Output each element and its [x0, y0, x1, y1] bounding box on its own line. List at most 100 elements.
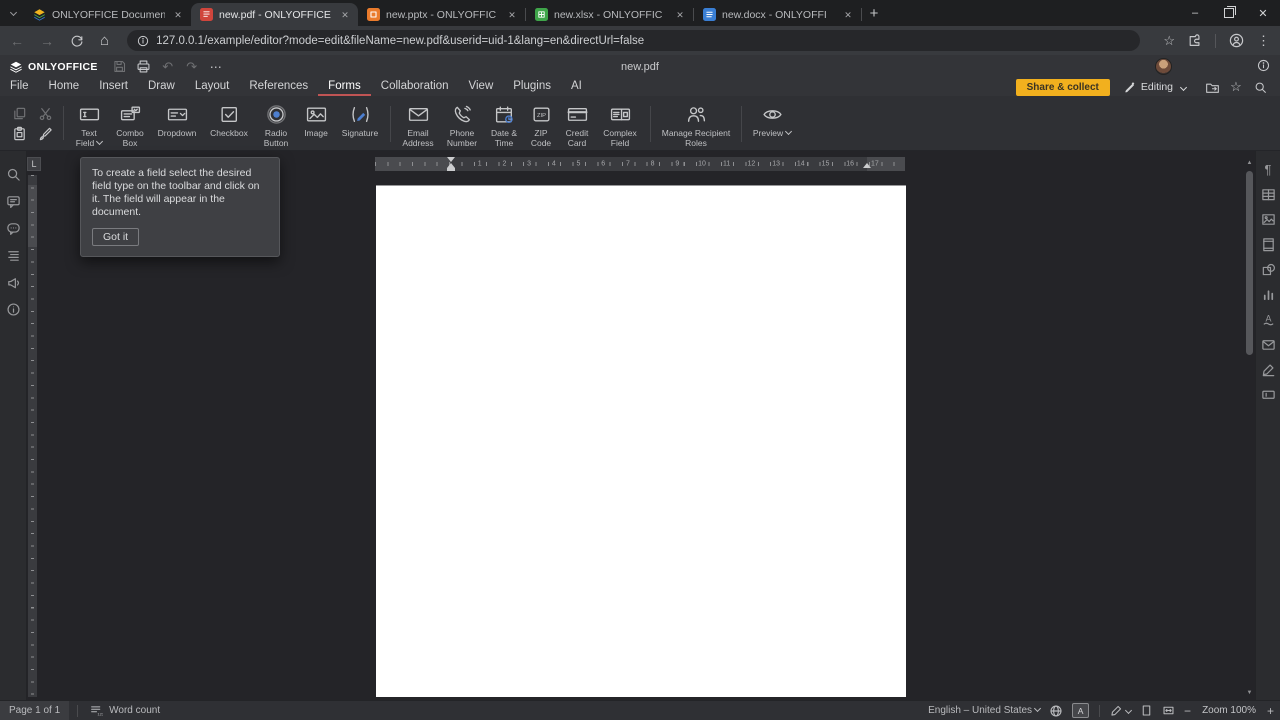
tab-close-icon[interactable]: ✕	[505, 8, 519, 22]
browser-tab-new-pptx[interactable]: new.pptx - ONLYOFFIC ✕	[358, 3, 525, 26]
site-info-icon[interactable]	[137, 35, 149, 47]
comments-icon[interactable]	[4, 192, 22, 210]
undo-icon[interactable]: ↶	[156, 58, 180, 76]
menu-plugins[interactable]: Plugins	[503, 78, 561, 96]
radio-button-button[interactable]: Radio Button	[255, 101, 297, 150]
editing-mode-dropdown[interactable]: Editing	[1124, 81, 1186, 93]
back-icon[interactable]: ←	[10, 33, 24, 49]
menu-forms[interactable]: Forms	[318, 78, 371, 96]
checkbox-button[interactable]: Checkbox	[203, 101, 255, 150]
search-icon[interactable]	[4, 165, 22, 183]
header-footer-settings-icon[interactable]	[1260, 236, 1277, 253]
url-bar[interactable]: 127.0.0.1/example/editor?mode=edit&fileN…	[127, 30, 1140, 51]
scrollbar-thumb[interactable]	[1246, 171, 1253, 355]
left-indent-box-marker[interactable]	[447, 168, 455, 171]
image-button[interactable]: Image	[297, 101, 335, 150]
browser-tab-onlyoffice-home[interactable]: ONLYOFFICE Documen ✕	[24, 3, 191, 26]
feedback-icon[interactable]	[4, 273, 22, 291]
new-tab-button[interactable]: +	[862, 1, 886, 25]
menu-layout[interactable]: Layout	[185, 78, 240, 96]
search-icon[interactable]	[1248, 79, 1272, 95]
image-settings-icon[interactable]	[1260, 211, 1277, 228]
more-actions-icon[interactable]: ⋯	[204, 58, 228, 76]
copy-style-icon[interactable]	[38, 126, 53, 141]
cut-icon[interactable]	[38, 106, 53, 121]
got-it-button[interactable]: Got it	[92, 228, 139, 246]
browser-menu-icon[interactable]: ⋮	[1257, 33, 1270, 49]
about-icon[interactable]	[4, 300, 22, 318]
text-field-button[interactable]: Text Field	[69, 101, 109, 150]
complex-field-button[interactable]: Complex Field	[596, 101, 644, 150]
track-changes-icon[interactable]	[1110, 704, 1131, 717]
date-time-button[interactable]: Date & Time	[484, 101, 524, 150]
zoom-out-button[interactable]: −	[1184, 704, 1191, 718]
window-restore-button[interactable]	[1212, 0, 1246, 26]
extensions-icon[interactable]	[1188, 34, 1202, 48]
table-settings-icon[interactable]	[1260, 186, 1277, 203]
vertical-scrollbar[interactable]: ▲ ▼	[1244, 157, 1255, 698]
browser-tab-new-xlsx[interactable]: new.xlsx - ONLYOFFIC ✕	[526, 3, 693, 26]
form-settings-icon[interactable]	[1260, 386, 1277, 403]
shape-settings-icon[interactable]	[1260, 261, 1277, 278]
dropdown-button[interactable]: Dropdown	[151, 101, 203, 150]
page-indicator[interactable]: Page 1 of 1	[0, 701, 69, 720]
browser-tab-new-docx[interactable]: new.docx - ONLYOFFI ✕	[694, 3, 861, 26]
fit-width-icon[interactable]	[1162, 704, 1175, 717]
tab-close-icon[interactable]: ✕	[841, 8, 855, 22]
document-page[interactable]	[376, 185, 906, 697]
fit-page-icon[interactable]	[1140, 704, 1153, 717]
home-icon[interactable]: ⌂	[100, 32, 109, 49]
redo-icon[interactable]: ↷	[180, 58, 204, 76]
chat-icon[interactable]	[4, 219, 22, 237]
window-minimize-button[interactable]: –	[1178, 0, 1212, 26]
mail-merge-settings-icon[interactable]	[1260, 336, 1277, 353]
menu-home[interactable]: Home	[39, 78, 90, 96]
word-count-button[interactable]: 123 Word count	[86, 701, 164, 720]
text-art-settings-icon[interactable]: A	[1260, 311, 1277, 328]
about-info-icon[interactable]	[1257, 59, 1270, 72]
print-icon[interactable]	[132, 58, 156, 76]
tab-search-button[interactable]	[0, 0, 24, 24]
forward-icon[interactable]: →	[40, 33, 54, 49]
menu-file[interactable]: File	[0, 78, 39, 96]
spell-check-icon[interactable]: A	[1072, 703, 1089, 718]
tab-close-icon[interactable]: ✕	[338, 8, 352, 22]
favorites-star-icon[interactable]: ☆	[1224, 79, 1248, 95]
menu-draw[interactable]: Draw	[138, 78, 185, 96]
set-document-language-icon[interactable]	[1049, 704, 1063, 718]
first-line-indent-marker[interactable]	[447, 157, 455, 162]
preview-button[interactable]: Preview	[748, 101, 796, 150]
user-avatar[interactable]	[1155, 58, 1172, 75]
phone-number-button[interactable]: Phone Number	[440, 101, 484, 150]
credit-card-button[interactable]: Credit Card	[558, 101, 596, 150]
menu-view[interactable]: View	[459, 78, 504, 96]
manage-recipient-roles-button[interactable]: Manage Recipient Roles	[657, 101, 735, 150]
open-file-location-icon[interactable]	[1200, 79, 1224, 95]
tab-stop-selector[interactable]: L	[27, 157, 41, 171]
copy-icon[interactable]	[12, 106, 27, 121]
browser-tab-new-pdf[interactable]: new.pdf - ONLYOFFICE ✕	[191, 3, 358, 26]
language-selector[interactable]: English – United States	[928, 705, 1040, 716]
zip-code-button[interactable]: ZIP ZIP Code	[524, 101, 558, 150]
chart-settings-icon[interactable]	[1260, 286, 1277, 303]
signature-button[interactable]: Signature	[335, 101, 385, 150]
email-address-button[interactable]: Email Address	[396, 101, 440, 150]
tab-close-icon[interactable]: ✕	[673, 8, 687, 22]
profile-avatar-icon[interactable]	[1229, 33, 1244, 48]
scroll-down-icon[interactable]: ▼	[1244, 687, 1255, 698]
vertical-ruler[interactable]	[28, 175, 37, 697]
paste-icon[interactable]	[12, 126, 27, 141]
paragraph-settings-icon[interactable]: ¶	[1260, 161, 1277, 178]
window-close-button[interactable]: ✕	[1246, 0, 1280, 26]
zoom-in-button[interactable]: +	[1267, 704, 1274, 718]
bookmark-star-icon[interactable]: ☆	[1163, 33, 1175, 49]
horizontal-ruler[interactable]: 1234567891011121314151617	[375, 157, 905, 171]
scroll-up-icon[interactable]: ▲	[1244, 157, 1255, 168]
navigation-headings-icon[interactable]	[4, 246, 22, 264]
save-icon[interactable]	[108, 58, 132, 76]
menu-references[interactable]: References	[239, 78, 318, 96]
share-collect-button[interactable]: Share & collect	[1016, 79, 1110, 96]
menu-insert[interactable]: Insert	[89, 78, 138, 96]
tab-close-icon[interactable]: ✕	[171, 8, 185, 22]
signature-settings-icon[interactable]	[1260, 361, 1277, 378]
